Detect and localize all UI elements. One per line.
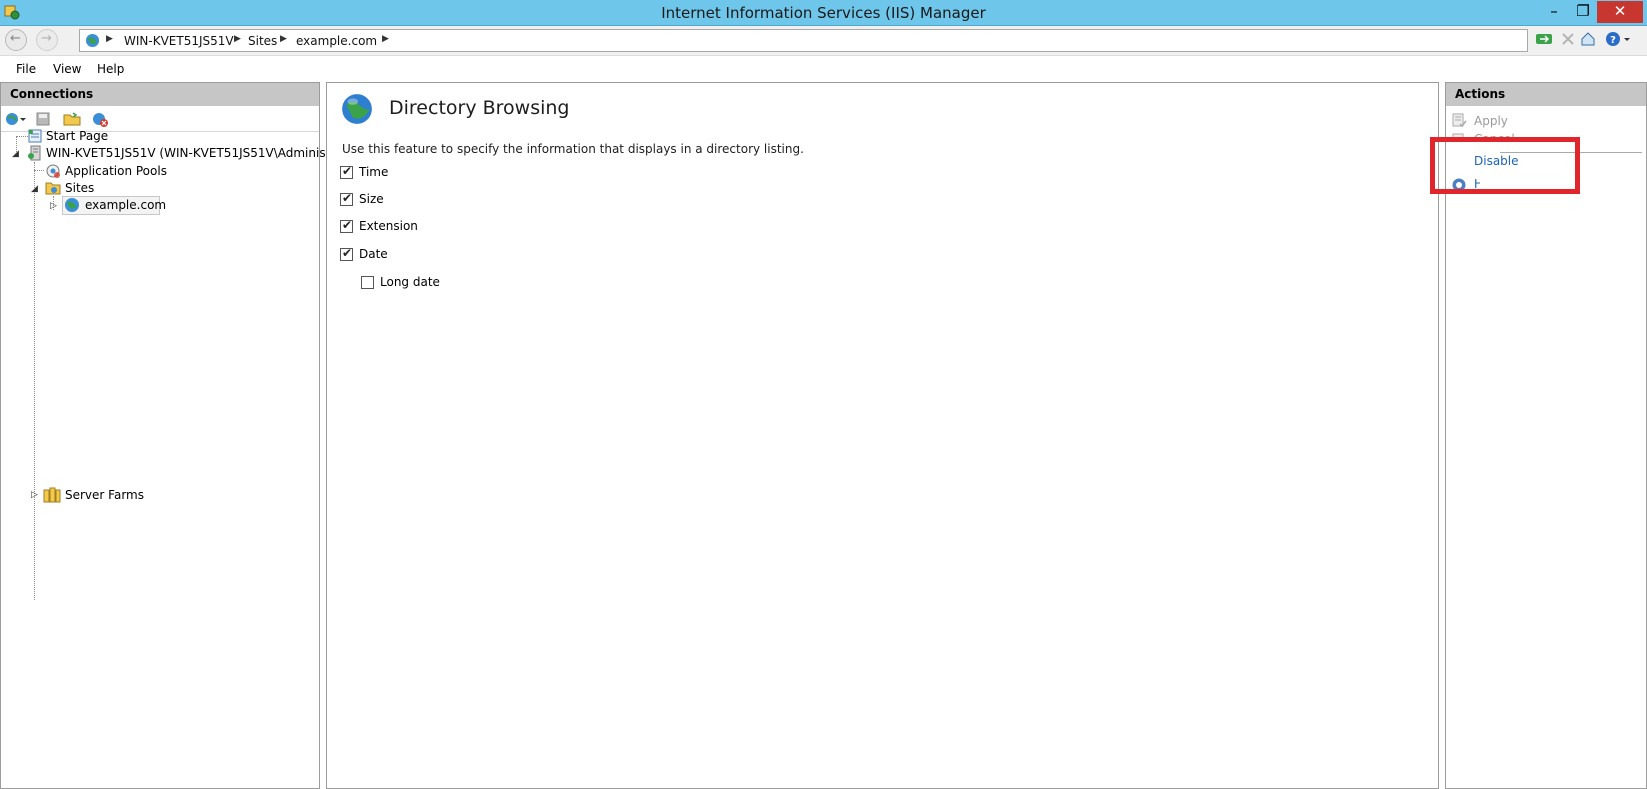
checkmark-icon: ✔ bbox=[342, 218, 353, 232]
feature-pane: Directory Browsing Use this feature to s… bbox=[326, 82, 1439, 789]
address-bar: ← → ▶ WIN-KVET51JS51V ▶ Sites ▶ example.… bbox=[0, 26, 1647, 56]
connections-panel: Connections Start Page ◢ WIN-KVET51JS51V… bbox=[0, 82, 364, 789]
svg-text:?: ? bbox=[1610, 35, 1616, 46]
help-icon[interactable]: ? bbox=[1605, 31, 1631, 50]
breadcrumb-separator: ▶ bbox=[234, 34, 241, 44]
address-field[interactable]: ▶ WIN-KVET51JS51V ▶ Sites ▶ example.com … bbox=[79, 29, 1528, 52]
disconnect-icon[interactable] bbox=[91, 111, 109, 130]
breadcrumb-separator: ▶ bbox=[280, 34, 287, 44]
restore-button[interactable]: ❐ bbox=[1568, 1, 1598, 23]
back-button[interactable]: ← bbox=[5, 29, 27, 51]
size-label[interactable]: Size bbox=[359, 192, 384, 206]
forward-arrow-icon: → bbox=[41, 31, 52, 46]
sites-expander-icon[interactable]: ◢ bbox=[31, 184, 38, 194]
window-title: Internet Information Services (IIS) Mana… bbox=[661, 4, 986, 22]
globe-icon bbox=[85, 33, 100, 51]
long-date-checkbox[interactable] bbox=[361, 276, 374, 289]
refresh-connections-icon[interactable] bbox=[1535, 31, 1553, 50]
directory-browsing-globe-icon bbox=[340, 92, 374, 129]
tree-connector bbox=[34, 170, 44, 171]
tree-item-application-pools[interactable]: Application Pools bbox=[65, 164, 167, 178]
extension-label[interactable]: Extension bbox=[359, 219, 418, 233]
size-checkbox[interactable]: ✔ bbox=[340, 191, 353, 206]
actions-header: Actions bbox=[1446, 83, 1646, 106]
breadcrumb-server[interactable]: WIN-KVET51JS51V bbox=[124, 34, 234, 48]
apply-icon bbox=[1451, 112, 1467, 131]
long-date-label[interactable]: Long date bbox=[380, 275, 440, 289]
date-checkbox[interactable]: ✔ bbox=[340, 246, 353, 261]
tree-item-sites[interactable]: Sites bbox=[65, 181, 94, 195]
tree-item-example-com[interactable]: example.com bbox=[85, 198, 166, 212]
tree-item-server[interactable]: WIN-KVET51JS51V (WIN-KVET51JS51V\Adminis… bbox=[46, 146, 364, 160]
menu-view[interactable]: View bbox=[53, 62, 81, 76]
checkmark-icon: ✔ bbox=[342, 246, 353, 260]
menu-help[interactable]: Help bbox=[97, 62, 124, 76]
server-farms-icon bbox=[43, 487, 61, 506]
open-folder-icon[interactable] bbox=[63, 111, 81, 130]
title-bar: Internet Information Services (IIS) Mana… bbox=[0, 0, 1647, 26]
server-icon bbox=[27, 145, 43, 164]
tree-item-server-farms[interactable]: Server Farms bbox=[65, 488, 144, 502]
breadcrumb-sites[interactable]: Sites bbox=[248, 34, 277, 48]
server-expander-icon[interactable]: ◢ bbox=[12, 149, 19, 159]
minimize-button[interactable]: – bbox=[1539, 1, 1569, 23]
date-label[interactable]: Date bbox=[359, 247, 388, 261]
annotation-highlight-box bbox=[1430, 137, 1580, 194]
action-apply[interactable]: Apply bbox=[1474, 114, 1508, 128]
back-arrow-icon: ← bbox=[10, 31, 21, 46]
stop-icon[interactable] bbox=[1560, 31, 1576, 50]
breadcrumb-site[interactable]: example.com bbox=[296, 34, 377, 48]
site-expander-icon[interactable]: ▷ bbox=[50, 201, 57, 211]
sites-folder-icon bbox=[45, 180, 61, 199]
connect-icon[interactable] bbox=[5, 111, 27, 130]
menu-file[interactable]: File bbox=[16, 62, 36, 76]
home-icon[interactable] bbox=[1580, 31, 1596, 50]
breadcrumb-separator: ▶ bbox=[382, 34, 389, 44]
checkmark-icon: ✔ bbox=[342, 164, 353, 178]
time-checkbox[interactable]: ✔ bbox=[340, 164, 353, 179]
server-farms-expander-icon[interactable]: ▷ bbox=[31, 490, 38, 500]
tree-connector bbox=[34, 162, 35, 600]
feature-description: Use this feature to specify the informat… bbox=[342, 142, 804, 156]
forward-button[interactable]: → bbox=[36, 29, 58, 51]
time-label[interactable]: Time bbox=[359, 165, 388, 179]
extension-checkbox[interactable]: ✔ bbox=[340, 218, 353, 233]
checkmark-icon: ✔ bbox=[342, 191, 353, 205]
close-button[interactable]: ✕ bbox=[1597, 1, 1643, 23]
breadcrumb-separator: ▶ bbox=[106, 34, 113, 44]
feature-title: Directory Browsing bbox=[389, 97, 570, 119]
site-globe-icon bbox=[64, 197, 80, 216]
menu-bar: File View Help bbox=[0, 57, 1647, 81]
tree-item-start-page[interactable]: Start Page bbox=[46, 129, 108, 143]
connections-header: Connections bbox=[1, 83, 319, 106]
